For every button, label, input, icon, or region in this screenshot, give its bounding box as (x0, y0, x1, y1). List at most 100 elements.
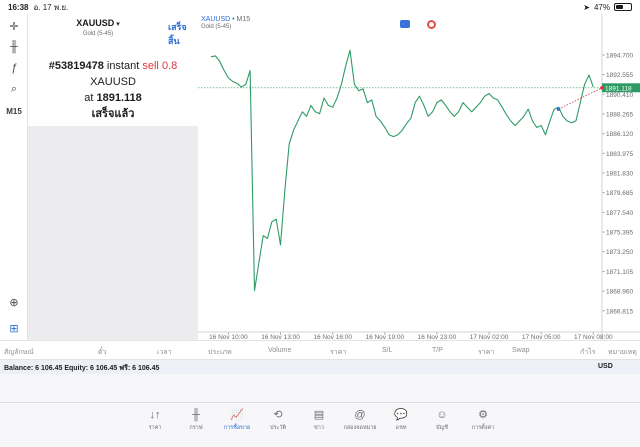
col-type[interactable]: ประเภท (208, 347, 232, 358)
order-result-line2: at 1891.118 (28, 90, 198, 106)
y-tick-label: 1875.395 (606, 230, 633, 237)
chart-subtitle: Gold (5-45) (201, 24, 232, 30)
tab-bar: ↓↑ ราคา ╫ กราฟ 📈 การซื้อขาย ⟲ ประวัติ ▤ ข่าว … (0, 402, 640, 447)
zoom-icon[interactable]: ⊕ (4, 293, 24, 311)
chart-tools: ✛ ╫ ƒ ⌕ M15 ⊕ ⊞ (0, 14, 28, 340)
mail-icon: @ (354, 409, 366, 421)
account-icon: ☺ (436, 409, 448, 421)
gear-icon: ⚙ (478, 409, 488, 421)
col-profit[interactable]: กำไร (580, 347, 595, 358)
tab-mailbox[interactable]: @ กล่องจดหมาย (340, 408, 380, 432)
y-tick-label: 1894.700 (606, 52, 633, 59)
trade-levels-icon[interactable] (427, 20, 436, 29)
chart-icon: ╫ (192, 409, 200, 421)
tab-chat[interactable]: 💬 แชท (381, 408, 421, 432)
order-at: at (84, 92, 94, 104)
y-tick-label: 1888.265 (606, 111, 633, 118)
news-icon: ▤ (313, 409, 325, 421)
y-tick-label: 1873.250 (606, 249, 633, 256)
order-side: sell (142, 60, 159, 72)
col-comment[interactable]: หมายเหตุ (608, 347, 637, 358)
col-sl[interactable]: S/L (382, 347, 393, 354)
tab-label: กล่องจดหมาย (343, 425, 377, 431)
positions-header: สัญลักษณ์ ตั๋ว เวลา ประเภท Volume ราคา S… (0, 340, 640, 360)
chart-timeframe: M15 (236, 16, 251, 23)
tab-label: บัญชี (436, 425, 448, 431)
trade-exit-marker (600, 85, 604, 90)
location-icon: ➤ (583, 2, 590, 12)
y-tick-label: 1866.815 (606, 308, 633, 315)
timeframe-button[interactable]: M15 (4, 102, 24, 120)
col-ticket[interactable]: ตั๋ว (98, 347, 106, 358)
col-price[interactable]: ราคา (330, 347, 346, 358)
positions-area (0, 374, 640, 402)
order-result-line1: #53819478 instant sell 0.8 XAUUSD (28, 58, 198, 90)
tab-news[interactable]: ▤ ข่าว (299, 408, 339, 432)
col-time[interactable]: เวลา (157, 347, 172, 358)
tab-label: กราฟ (189, 425, 203, 431)
status-bar: 16:38 อ. 17 พ.ย. ➤ 47% (0, 0, 640, 14)
order-result-message: #53819478 instant sell 0.8 XAUUSD at 189… (28, 58, 198, 122)
balance-text: Balance: 6 106.45 Equity: 6 106.45 ฟรี: … (4, 365, 160, 372)
y-tick-label: 1877.540 (606, 210, 633, 217)
col-swap[interactable]: Swap (512, 347, 530, 354)
tab-label: การตั้งค่า (471, 425, 495, 431)
done-button[interactable]: เสร็จสิ้น (168, 20, 198, 48)
price-chart[interactable]: 1894.700 1892.555 1890.410 1888.265 1886.120… (198, 14, 640, 340)
order-price: 1891.118 (96, 92, 142, 104)
indicators-icon[interactable]: ╫ (4, 38, 24, 56)
battery-fill (616, 5, 624, 9)
symbol-description: Gold (5-45) (82, 31, 114, 37)
current-price-label: 1891.118 (605, 85, 632, 92)
balance-currency: USD (598, 363, 613, 370)
tab-trade[interactable]: 📈 การซื้อขาย (217, 408, 257, 432)
tab-accounts[interactable]: ☺ บัญชี (422, 408, 462, 432)
battery-icon (614, 3, 632, 11)
y-tick-label: 1879.685 (606, 190, 633, 197)
chart-title: XAUUSD • M15 (201, 16, 251, 23)
col-volume[interactable]: Volume (268, 347, 291, 354)
balance-bar: Balance: 6 106.45 Equity: 6 106.45 ฟรี: … (0, 360, 640, 374)
y-tick-label: 1892.555 (606, 72, 633, 79)
order-status: เสร็จแล้ว (91, 108, 135, 120)
tab-label: แชท (395, 425, 407, 431)
battery-percent: 47% (593, 2, 610, 12)
order-id: #53819478 (48, 60, 104, 72)
y-tick-label: 1890.410 (606, 92, 633, 99)
tab-charts[interactable]: ╫ กราฟ (176, 408, 216, 432)
price-series-line (210, 49, 594, 292)
order-symbol: XAUUSD (90, 76, 136, 88)
symbol-name: XAUUSD (76, 18, 115, 28)
tab-label: ราคา (148, 425, 162, 431)
col-current-price[interactable]: ราคา (478, 347, 494, 358)
y-tick-label: 1883.975 (606, 151, 633, 158)
tab-history[interactable]: ⟲ ประวัติ (258, 408, 298, 432)
trade-link-line (558, 87, 603, 110)
history-icon: ⟲ (273, 409, 283, 421)
col-symbol[interactable]: สัญลักษณ์ (4, 347, 34, 358)
chat-icon: 💬 (394, 409, 408, 421)
order-volume: 0.8 (161, 60, 178, 72)
quotes-icon: ↓↑ (149, 409, 161, 421)
new-order-icon[interactable]: ⊞ (4, 319, 24, 337)
crosshair-icon[interactable]: ✛ (4, 17, 24, 35)
y-tick-label: 1871.105 (606, 269, 633, 276)
y-tick-label: 1868.960 (606, 289, 633, 296)
tab-quotes[interactable]: ↓↑ ราคา (135, 408, 175, 432)
objects-icon[interactable]: ⌕ (4, 80, 24, 98)
tab-settings[interactable]: ⚙ การตั้งค่า (463, 408, 503, 432)
one-click-trading-icon[interactable] (400, 20, 410, 28)
status-right: ➤ 47% (583, 3, 632, 12)
y-tick-label: 1886.120 (606, 131, 633, 138)
trade-icon: 📈 (230, 409, 244, 421)
app-root: 16:38 อ. 17 พ.ย. ➤ 47% ✛ ╫ ƒ ⌕ M15 ⊕ ⊞ X… (0, 0, 640, 447)
symbol-selector[interactable]: XAUUSD ▾ (28, 18, 168, 28)
trade-entry-marker (556, 107, 561, 111)
y-tick-label: 1881.830 (606, 171, 633, 178)
col-tp[interactable]: T/P (432, 347, 443, 354)
chevron-down-icon: ▾ (116, 21, 120, 28)
order-type: instant (106, 60, 140, 72)
chart-symbol: XAUUSD (201, 16, 231, 23)
price-chart-svg: 1894.700 1892.555 1890.410 1888.265 1886.120… (198, 14, 640, 340)
function-icon[interactable]: ƒ (4, 59, 24, 77)
